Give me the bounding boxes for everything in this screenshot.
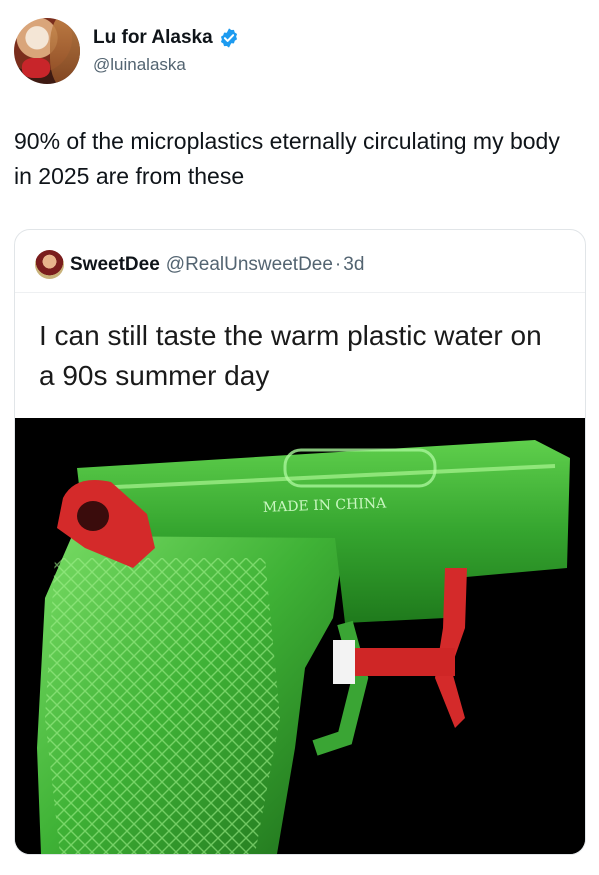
filler-cap-hole — [77, 501, 109, 531]
verified-badge-icon — [220, 28, 237, 48]
tweet-header: Lu for Alaska @luinalaska — [14, 18, 584, 88]
author-name-row: Lu for Alaska — [93, 27, 240, 49]
water-pistol-image[interactable]: MADE IN CHINA — [15, 418, 585, 854]
trigger-rod-shape — [345, 648, 455, 676]
quoted-tweet-header: SweetDee @RealUnsweetDee · 3d — [35, 250, 364, 279]
quoted-tweet-text: I can still taste the warm plastic water… — [39, 320, 542, 391]
grip-texture-shape — [45, 558, 280, 854]
quoted-divider — [15, 292, 585, 293]
avatar-shirt-shape — [22, 58, 50, 78]
tweet-text: 90% of the microplastics eternally circu… — [14, 128, 560, 189]
author-handle[interactable]: @luinalaska — [93, 55, 186, 75]
author-avatar[interactable] — [14, 18, 80, 84]
plunger-cap-shape — [333, 640, 355, 684]
quoted-timestamp[interactable]: 3d — [343, 254, 364, 276]
quoted-author-name[interactable]: SweetDee — [70, 254, 160, 276]
quoted-author-avatar[interactable] — [35, 250, 64, 279]
quoted-author-handle[interactable]: @RealUnsweetDee — [166, 254, 333, 276]
avatar-hair-shape — [50, 18, 80, 84]
quoted-separator: · — [334, 253, 342, 275]
quoted-tweet-card[interactable]: SweetDee @RealUnsweetDee · 3d I can stil… — [14, 229, 586, 855]
author-display-name[interactable]: Lu for Alaska — [93, 27, 213, 49]
